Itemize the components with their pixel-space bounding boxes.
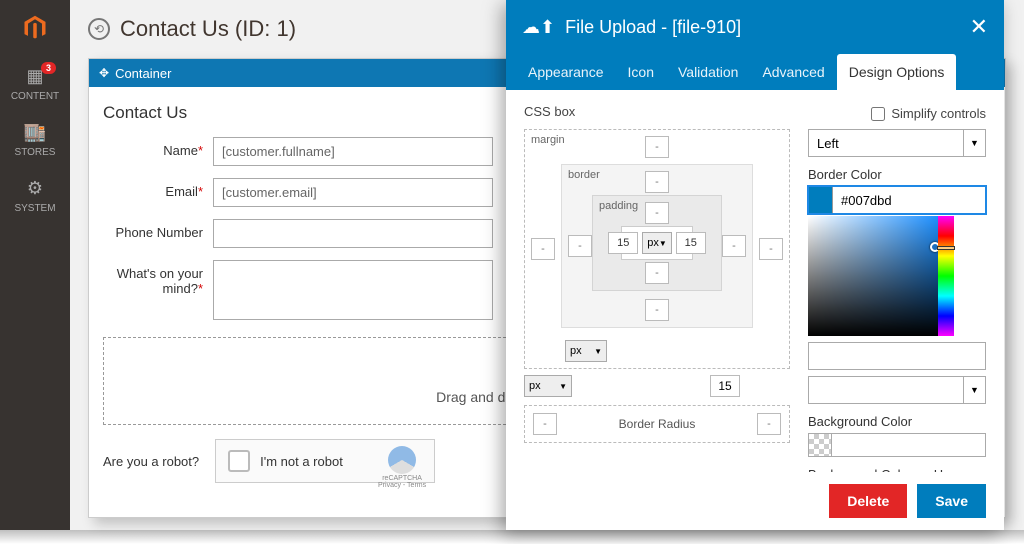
border-box: border padding px▼ xyxy=(561,164,753,328)
hue-bar[interactable] xyxy=(938,216,954,336)
bg-color-swatch[interactable] xyxy=(808,433,832,457)
page-title: Contact Us (ID: 1) xyxy=(120,16,296,42)
border-right-input[interactable] xyxy=(722,235,746,257)
border-top-input[interactable] xyxy=(645,171,669,193)
gear-icon: ⚙ xyxy=(27,178,43,199)
padding-right-input[interactable] xyxy=(676,232,706,254)
container-label: Container xyxy=(115,66,171,81)
admin-sidebar: ▦ CONTENT 3 🏬 STORES ⚙ SYSTEM xyxy=(0,0,70,530)
sv-area[interactable] xyxy=(808,216,938,336)
border-left-input[interactable] xyxy=(568,235,592,257)
bg-color-input[interactable] xyxy=(832,433,986,457)
tab-appearance[interactable]: Appearance xyxy=(516,54,616,90)
phone-input[interactable] xyxy=(213,219,493,248)
notification-badge: 3 xyxy=(41,62,56,74)
name-input[interactable] xyxy=(213,137,493,166)
padding-left-input[interactable] xyxy=(608,232,638,254)
unit-select-below[interactable]: px▼ xyxy=(565,340,607,362)
border-bottom-input[interactable] xyxy=(645,299,669,321)
margin-top-input[interactable] xyxy=(645,136,669,158)
border-width-row: px▼ xyxy=(524,375,790,397)
captcha-label: Are you a robot? xyxy=(103,454,199,469)
tab-icon[interactable]: Icon xyxy=(616,54,666,90)
tab-design-options[interactable]: Design Options xyxy=(837,54,957,90)
recaptcha-checkbox[interactable] xyxy=(228,450,250,472)
unit-select-inner[interactable]: px▼ xyxy=(642,232,672,254)
border-style-input[interactable] xyxy=(808,342,986,370)
modal-footer: Delete Save xyxy=(506,472,1004,530)
margin-left-input[interactable] xyxy=(531,238,555,260)
box-model: margin border padding xyxy=(524,129,790,369)
simplify-checkbox[interactable] xyxy=(871,107,885,121)
bg-color-label: Background Color xyxy=(808,414,986,429)
right-column: Left ▼ Border Color #007dbd ▼ Background… xyxy=(808,129,986,472)
color-picker[interactable] xyxy=(808,216,954,336)
border-color-label: Border Color xyxy=(808,167,986,182)
save-button[interactable]: Save xyxy=(917,484,986,518)
sidebar-item-content[interactable]: ▦ CONTENT 3 xyxy=(0,56,70,112)
content-box: px▼ xyxy=(621,226,693,260)
align-select[interactable]: Left ▼ xyxy=(808,129,986,157)
padding-box: padding px▼ xyxy=(592,195,722,291)
border-radius-box: Border Radius xyxy=(524,405,790,443)
simplify-controls[interactable]: Simplify controls xyxy=(871,106,986,121)
border-color-input[interactable]: #007dbd xyxy=(808,186,986,214)
margin-right-input[interactable] xyxy=(759,238,783,260)
stores-icon: 🏬 xyxy=(24,122,46,143)
recaptcha-box[interactable]: I'm not a robot reCAPTCHA Privacy - Term… xyxy=(215,439,435,483)
border-style-select[interactable]: ▼ xyxy=(808,376,986,404)
file-upload-modal: ☁⬆ File Upload - [file-910] ✕ Appearance… xyxy=(506,0,1004,530)
bg-hover-label: Background Color on Hover xyxy=(808,467,986,472)
page-shadow xyxy=(0,530,1024,544)
close-icon[interactable]: ✕ xyxy=(970,14,988,40)
color-swatch[interactable] xyxy=(809,187,833,213)
recaptcha-logo: reCAPTCHA Privacy - Terms xyxy=(378,446,426,489)
padding-top-input[interactable] xyxy=(645,202,669,224)
unit-select-bw[interactable]: px▼ xyxy=(524,375,572,397)
css-box-label: CSS box xyxy=(524,104,575,119)
modal-title: File Upload - [file-910] xyxy=(565,17,959,38)
cloud-upload-icon: ☁⬆ xyxy=(522,17,555,38)
sidebar-item-system[interactable]: ⚙ SYSTEM xyxy=(0,168,70,224)
padding-bottom-input[interactable] xyxy=(645,262,669,284)
mind-textarea[interactable] xyxy=(213,260,493,320)
modal-tabs: Appearance Icon Validation Advanced Desi… xyxy=(506,54,1004,90)
tab-validation[interactable]: Validation xyxy=(666,54,750,90)
modal-body: CSS box Simplify controls margin border xyxy=(506,90,1004,472)
tab-advanced[interactable]: Advanced xyxy=(750,54,836,90)
magento-logo xyxy=(0,0,70,56)
delete-button[interactable]: Delete xyxy=(829,484,907,518)
sidebar-item-label: SYSTEM xyxy=(14,203,55,214)
chevron-down-icon: ▼ xyxy=(963,130,985,156)
move-icon[interactable]: ✥ xyxy=(99,66,109,80)
radius-left-input[interactable] xyxy=(533,413,557,435)
css-box-column: margin border padding xyxy=(524,129,790,472)
hue-cursor[interactable] xyxy=(937,246,955,250)
radius-right-input[interactable] xyxy=(757,413,781,435)
border-width-input[interactable] xyxy=(710,375,740,397)
sidebar-item-stores[interactable]: 🏬 STORES xyxy=(0,112,70,168)
sidebar-item-label: CONTENT xyxy=(11,91,59,102)
email-input[interactable] xyxy=(213,178,493,207)
border-radius-label: Border Radius xyxy=(619,417,696,431)
sidebar-item-label: STORES xyxy=(15,147,56,158)
reload-icon[interactable]: ⟲ xyxy=(88,18,110,40)
modal-header: ☁⬆ File Upload - [file-910] ✕ xyxy=(506,0,1004,54)
recaptcha-text: I'm not a robot xyxy=(260,454,343,469)
color-value[interactable]: #007dbd xyxy=(833,187,985,213)
